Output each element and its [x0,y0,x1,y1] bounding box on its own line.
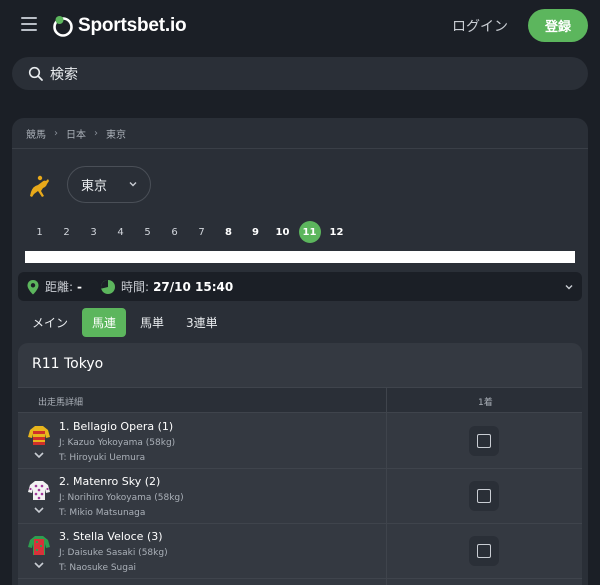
runner-row: 3. Stella Veloce (3) J: Daisuke Sasaki (… [18,524,582,579]
race-number[interactable]: 6 [161,227,188,238]
divider [12,148,588,149]
login-link[interactable]: ログイン [452,16,508,36]
race-number[interactable]: 9 [242,227,269,238]
race-number[interactable]: 2 [53,227,80,238]
race-info-bar[interactable]: 距離: - 時間: 27/10 15:40 [18,272,582,301]
jockey-silk-icon [28,481,50,500]
chevron-down-icon[interactable] [564,282,574,292]
race-card: 競馬 › 日本 › 東京 東京 1 2 3 4 5 6 7 8 9 10 11 … [12,118,588,585]
tab-exacta[interactable]: 馬単 [132,308,172,337]
race-number[interactable]: 8 [215,227,242,238]
first-place-checkbox[interactable] [469,481,499,511]
chevron-down-icon[interactable] [33,450,45,460]
brand-logo[interactable]: Sportsbet.io [52,13,187,39]
distance-value: - [77,279,83,294]
breadcrumb-item[interactable]: 日本 [66,126,86,141]
chevron-down-icon[interactable] [33,505,45,515]
race-number[interactable]: 4 [107,227,134,238]
distance-label: 距離: [45,280,74,294]
runner-name: 3. Stella Veloce (3) [59,530,163,543]
jockey-silk-icon [28,536,50,555]
runner-trainer: T: Naosuke Sugai [59,563,136,573]
runner-name: 2. Matenro Sky (2) [59,475,161,488]
runner-trainer: T: Hiroyuki Uemura [59,453,146,463]
location-pin-icon [27,279,39,294]
logo-mark-icon [53,16,73,37]
breadcrumb-item[interactable]: 東京 [106,126,126,141]
checkbox-box [477,489,491,503]
race-title: R11 Tokyo [32,356,104,372]
register-button[interactable]: 登録 [528,9,588,42]
race-panel: R11 Tokyo 出走馬詳細 1着 1. Bellagio Opera (1)… [18,343,582,585]
search-input[interactable]: 検索 [12,57,588,90]
race-number[interactable]: 12 [323,227,350,238]
horse-racing-icon [30,175,49,197]
time-label: 時間: [121,280,150,294]
search-placeholder: 検索 [50,66,78,83]
runner-row: 2. Matenro Sky (2) J: Norihiro Yokoyama … [18,469,582,524]
tab-main[interactable]: メイン [24,308,76,337]
clock-icon [101,279,116,294]
checkbox-box [477,544,491,558]
breadcrumb: 競馬 › 日本 › 東京 [26,126,126,141]
checkbox-box [477,434,491,448]
chevron-right-icon: › [54,128,58,139]
first-place-checkbox[interactable] [469,536,499,566]
race-number-selector: 1 2 3 4 5 6 7 8 9 10 11 12 [26,221,350,243]
tab-quinella[interactable]: 馬連 [82,307,127,337]
runner-jockey: J: Daisuke Sasaki (58kg) [59,548,168,558]
top-header: Sportsbet.io ログイン 登録 [0,0,600,52]
breadcrumb-item[interactable]: 競馬 [26,126,46,141]
race-number[interactable]: 1 [26,227,53,238]
progress-bar [25,251,575,263]
market-tabs: メイン 馬連 馬単 3連単 [24,307,232,337]
track-dropdown[interactable]: 東京 [67,166,151,203]
race-number-active[interactable]: 11 [298,221,321,243]
search-icon [28,66,43,81]
race-number[interactable]: 3 [80,227,107,238]
runner-row: 1. Bellagio Opera (1) J: Kazuo Yokoyama … [18,414,582,469]
chevron-down-icon [129,182,137,187]
track-selected: 東京 [81,179,108,194]
menu-icon[interactable] [21,17,37,31]
runner-jockey: J: Norihiro Yokoyama (58kg) [59,493,184,503]
chevron-right-icon: › [94,128,98,139]
race-number[interactable]: 10 [269,227,296,238]
table-header: 出走馬詳細 1着 [18,387,582,413]
jockey-silk-icon [28,426,50,445]
chevron-down-icon[interactable] [33,560,45,570]
runner-jockey: J: Kazuo Yokoyama (58kg) [59,438,176,448]
race-number[interactable]: 7 [188,227,215,238]
runner-trainer: T: Mikio Matsunaga [59,508,146,518]
brand-name: Sportsbet.io [78,15,187,36]
column-header-runner: 出走馬詳細 [38,398,84,408]
column-header-first: 1着 [478,398,493,408]
race-number[interactable]: 5 [134,227,161,238]
tab-trifecta[interactable]: 3連単 [178,308,226,337]
first-place-checkbox[interactable] [469,426,499,456]
runner-name: 1. Bellagio Opera (1) [59,420,174,433]
time-value: 27/10 15:40 [153,279,234,294]
